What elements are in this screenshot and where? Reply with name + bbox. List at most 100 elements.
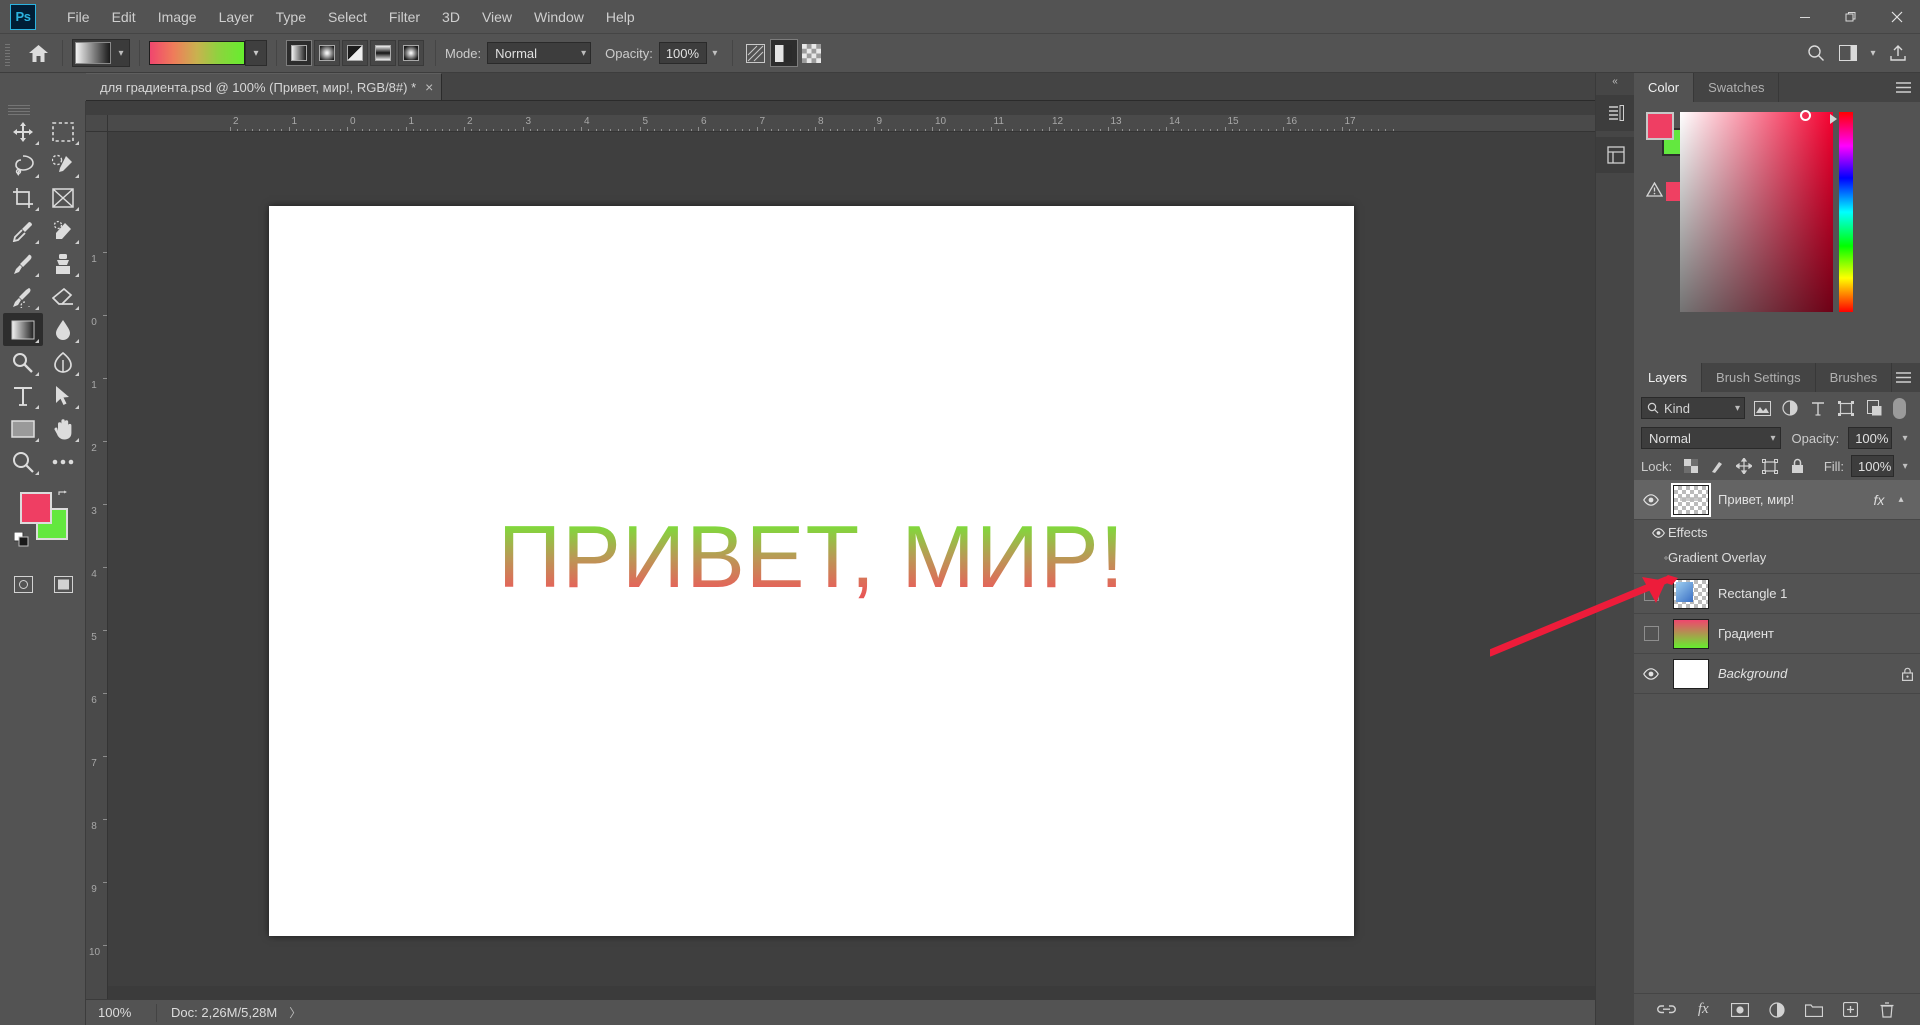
layer-effects-group[interactable]: Effects — [1634, 520, 1920, 545]
close-icon[interactable]: × — [425, 80, 433, 94]
menu-item-help[interactable]: Help — [595, 5, 646, 29]
hue-slider[interactable] — [1839, 112, 1853, 312]
blur-tool[interactable] — [43, 313, 83, 346]
menu-item-window[interactable]: Window — [523, 5, 595, 29]
menu-item-image[interactable]: Image — [147, 5, 208, 29]
type-tool[interactable] — [3, 379, 43, 412]
layer-row[interactable]: Background — [1634, 654, 1920, 694]
chevron-down-icon[interactable]: ▾ — [1897, 455, 1913, 477]
menu-item-type[interactable]: Type — [265, 5, 317, 29]
tab-color[interactable]: Color — [1634, 73, 1695, 102]
chevron-down-icon[interactable]: ▾ — [245, 40, 267, 66]
properties-panel-icon[interactable] — [1596, 137, 1635, 173]
reflected-gradient-icon[interactable] — [370, 40, 396, 66]
effect-visibility-eye-icon[interactable] — [1634, 553, 1668, 563]
layer-visibility-toggle[interactable] — [1634, 586, 1668, 601]
brush-tool[interactable] — [3, 247, 43, 280]
history-panel-icon[interactable] — [1596, 95, 1635, 131]
lock-image-pixels-icon[interactable] — [1706, 455, 1730, 477]
gradient-preset-picker[interactable]: ▾ — [72, 39, 130, 67]
add-layer-mask-icon[interactable] — [1728, 998, 1752, 1022]
layer-filter-kind-select[interactable]: Kind ▾ — [1641, 397, 1745, 419]
search-icon[interactable] — [1802, 39, 1830, 67]
edit-toolbar[interactable] — [43, 445, 83, 478]
pixel-filter-icon[interactable] — [1751, 397, 1773, 419]
screen-mode-icon[interactable] — [43, 568, 83, 601]
layer-thumbnail[interactable] — [1668, 658, 1714, 689]
color-field[interactable] — [1680, 110, 1833, 312]
layer-visibility-eye-icon[interactable] — [1634, 667, 1668, 680]
minimize-button[interactable] — [1782, 0, 1828, 33]
menu-item-edit[interactable]: Edit — [101, 5, 147, 29]
eyedropper-tool[interactable] — [3, 214, 43, 247]
out-of-gamut-warning-icon[interactable] — [1646, 182, 1663, 197]
tab-brush-settings[interactable]: Brush Settings — [1702, 363, 1816, 392]
layer-opacity-input[interactable]: 100% — [1848, 427, 1893, 449]
adjustment-filter-icon[interactable] — [1779, 397, 1801, 419]
swap-colors-icon[interactable] — [57, 490, 70, 503]
clone-stamp-tool[interactable] — [43, 247, 83, 280]
dither-icon[interactable] — [742, 39, 770, 67]
tools-panel-grip[interactable] — [0, 101, 85, 115]
chevron-down-icon[interactable]: ▾ — [707, 42, 723, 64]
menu-item-3d[interactable]: 3D — [431, 5, 471, 29]
layer-row[interactable]: Rectangle 1 — [1634, 574, 1920, 614]
layer-thumbnail[interactable] — [1668, 578, 1714, 609]
blend-mode-select[interactable]: Normal ▾ — [1641, 427, 1781, 449]
zoom-tool[interactable] — [3, 445, 43, 478]
foreground-color-swatch[interactable] — [20, 492, 52, 524]
layer-row[interactable]: Привет, мир! fx ▴ — [1634, 480, 1920, 520]
hand-tool[interactable] — [43, 412, 83, 445]
move-tool[interactable] — [3, 115, 43, 148]
lock-position-icon[interactable] — [1732, 455, 1756, 477]
options-bar-grip[interactable] — [3, 40, 13, 66]
zoom-level[interactable]: 100% — [86, 1005, 156, 1020]
gradient-preview-swatch[interactable] — [149, 41, 245, 65]
tab-brushes[interactable]: Brushes — [1816, 363, 1893, 392]
add-layer-style-icon[interactable]: fx — [1691, 998, 1715, 1022]
history-brush-tool[interactable] — [3, 280, 43, 313]
status-expand-icon[interactable]: 〉 — [289, 1004, 301, 1021]
default-colors-icon[interactable] — [14, 532, 29, 547]
radial-gradient-icon[interactable] — [314, 40, 340, 66]
healing-brush-tool[interactable] — [43, 214, 83, 247]
delete-layer-icon[interactable] — [1875, 998, 1899, 1022]
reverse-icon[interactable] — [769, 39, 798, 67]
layer-effect-item[interactable]: Gradient Overlay — [1634, 545, 1920, 570]
restore-button[interactable] — [1828, 0, 1874, 33]
frame-tool[interactable] — [43, 181, 83, 214]
quick-mask-icon[interactable] — [3, 568, 43, 601]
lock-artboard-icon[interactable] — [1759, 455, 1783, 477]
lasso-tool[interactable] — [3, 148, 43, 181]
close-button[interactable] — [1874, 0, 1920, 33]
collapse-panels-icon[interactable]: « — [1596, 73, 1634, 89]
canvas-horizontal-scrollbar[interactable] — [108, 986, 1621, 999]
eraser-tool[interactable] — [43, 280, 83, 313]
layer-row[interactable]: Градиент — [1634, 614, 1920, 654]
tab-layers[interactable]: Layers — [1634, 363, 1703, 392]
chevron-down-icon[interactable]: ▾ — [1866, 39, 1880, 67]
menu-item-select[interactable]: Select — [317, 5, 378, 29]
workspace-icon[interactable] — [1834, 39, 1862, 67]
foreground-color-swatch[interactable] — [1646, 112, 1674, 140]
panel-menu-icon[interactable] — [1895, 73, 1912, 102]
smartobject-filter-icon[interactable] — [1863, 397, 1885, 419]
rectangle-tool[interactable] — [3, 412, 43, 445]
shape-filter-icon[interactable] — [1835, 397, 1857, 419]
mode-select[interactable]: Normal ▾ — [487, 42, 592, 64]
layer-thumbnail[interactable] — [1668, 618, 1714, 649]
marquee-tool[interactable] — [43, 115, 83, 148]
layer-thumbnail[interactable] — [1668, 482, 1714, 517]
canvas-area[interactable]: 2 1 0 1 2 3 4 5 6 7 8 9 10 11 12 13 14 15 16 17 10123456789… — [86, 101, 1634, 999]
panel-menu-icon[interactable] — [1895, 363, 1912, 392]
share-icon[interactable] — [1884, 39, 1912, 67]
angle-gradient-icon[interactable] — [342, 40, 368, 66]
layer-visibility-toggle[interactable] — [1634, 626, 1668, 641]
diamond-gradient-icon[interactable] — [398, 40, 424, 66]
menu-item-file[interactable]: File — [56, 5, 101, 29]
tab-swatches[interactable]: Swatches — [1694, 73, 1780, 102]
document-canvas[interactable]: ПРИВЕТ, МИР! — [269, 206, 1354, 936]
dodge-tool[interactable] — [3, 346, 43, 379]
chevron-down-icon[interactable]: ▾ — [113, 48, 129, 59]
quick-selection-tool[interactable] — [43, 148, 83, 181]
